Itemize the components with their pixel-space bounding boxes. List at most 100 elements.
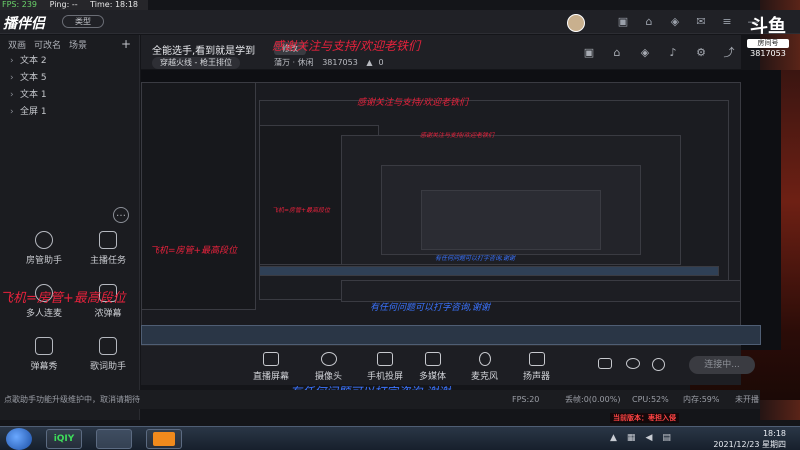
scene-item[interactable]: › 文本 5	[0, 70, 139, 87]
bell-icon[interactable]: ♪	[666, 46, 680, 60]
eye-icon[interactable]: ›	[10, 104, 18, 121]
ping-readout: Ping: --	[49, 0, 78, 9]
stream-actions: ▣ ⌂ ◈ ♪ ⚙ ⤴	[582, 46, 736, 60]
tool-room-manager[interactable]: 房管助手	[12, 231, 76, 266]
phone-cast-button[interactable]: 手机投屏	[367, 352, 403, 382]
avatar[interactable]	[567, 14, 585, 32]
input-icon[interactable]: ▤	[662, 433, 671, 443]
tool-label: 主播任务	[89, 256, 126, 266]
add-scene-button[interactable]: +	[121, 37, 131, 51]
eye-icon[interactable]: ›	[10, 53, 18, 70]
status-fps: FPS:20	[512, 395, 540, 404]
scene-item[interactable]: › 全屏 1	[0, 104, 139, 121]
taskbar-app-window[interactable]	[96, 429, 132, 449]
status-notice: 点歌助手功能升级维护中，取消请期待	[4, 395, 140, 404]
settings-icon[interactable]: ⚙	[694, 46, 708, 60]
tool-label: 歌词助手	[89, 362, 126, 372]
taskbar-app-iqiyi[interactable]: iQIY	[46, 429, 82, 449]
speaker-button[interactable]: 扬声器	[523, 352, 550, 382]
microphone-icon	[478, 352, 491, 366]
status-cpu: CPU:52%	[632, 395, 669, 404]
tool-anchor-task[interactable]: 主播任务	[76, 231, 140, 266]
tab-rename[interactable]: 可改名	[34, 38, 61, 51]
toolbar-label: 多媒体	[419, 372, 447, 382]
toolbar-label: 摄像头	[315, 372, 343, 382]
gift-box-icon[interactable]: ▣	[582, 46, 596, 60]
system-clock[interactable]: 18:18 2021/12/23 星期四	[713, 428, 786, 450]
more-icon[interactable]: …	[113, 207, 129, 223]
tray-arrow-icon[interactable]: ▲	[610, 433, 617, 443]
screen-source-button[interactable]: 直播屏幕	[253, 352, 289, 382]
camera-source-button[interactable]: 摄像头	[315, 352, 342, 382]
volume-icon[interactable]: ◀	[645, 433, 652, 443]
screen-icon	[263, 352, 279, 366]
mail-icon[interactable]: ✉	[694, 15, 708, 29]
rules-banner-echo: 飞机=房管+最高段位	[272, 207, 331, 214]
welcome-banner: 感谢关注与支持/欢迎老铁们	[272, 39, 421, 53]
toolbar-label: 直播屏幕	[253, 372, 290, 382]
room-label: 房间号	[747, 39, 789, 48]
nested-toolbar	[341, 280, 741, 302]
gear-icon	[652, 358, 665, 371]
tool-danmu-show[interactable]: 弹幕秀	[12, 337, 76, 372]
viewer-count: 0	[378, 58, 384, 67]
speaker-icon	[528, 352, 545, 366]
room-number: 3817053	[750, 49, 786, 58]
toolbar-label: 扬声器	[523, 372, 551, 382]
go-live-button[interactable]: 连接中...	[689, 356, 755, 374]
status-bar: 点歌助手功能升级维护中，取消请期待 FPS:20 丢帧:0(0.00%) CPU…	[0, 390, 760, 409]
scene-item[interactable]: › 文本 2	[0, 53, 139, 70]
taskbar-app-streamer[interactable]	[146, 429, 182, 449]
shirt-icon[interactable]: ⌂	[610, 46, 624, 60]
tab-scene[interactable]: 场景	[69, 38, 87, 51]
scene-label: 文本 1	[20, 90, 47, 100]
record-icon	[598, 358, 612, 369]
gift-icon[interactable]: ▣	[616, 15, 630, 29]
menu-icon[interactable]: ≡	[720, 15, 734, 29]
header-icons: ▣ ⌂ ◈ ✉ ≡ —	[616, 15, 760, 29]
media-source-button[interactable]: 多媒体	[419, 352, 446, 382]
tool-label: 弹幕秀	[30, 362, 58, 372]
rules-banner: 飞机=房管+最高段位	[0, 291, 126, 306]
tab-dual[interactable]: 双画	[8, 38, 26, 51]
share-icon[interactable]: ⤴	[722, 46, 736, 60]
microphone-button[interactable]: 麦克风	[471, 352, 498, 382]
network-icon[interactable]: ▦	[627, 433, 636, 443]
scene-tabs: 双画 可改名 场景 +	[0, 35, 139, 53]
mode-button[interactable]: 类型	[62, 15, 104, 28]
toolbar-label: 麦克风	[471, 372, 499, 382]
eye-icon[interactable]: ›	[10, 70, 18, 87]
rules-banner-echo: 飞机=房管+最高段位	[150, 246, 238, 256]
play-icon	[424, 352, 441, 366]
help-banner-echo: 有任何问题可以打字咨询,谢谢	[435, 255, 515, 262]
toolbar-label: 手机投屏	[367, 372, 404, 382]
streamer-icon	[153, 432, 175, 446]
fps-overlay: FPS: 239 Ping: -- Time: 18:18	[0, 0, 149, 10]
version-label: 当前版本：枣担入侵	[610, 413, 679, 423]
source-toolbar: 直播屏幕 摄像头 手机投屏 多媒体 麦克风 扬声器 连接中...	[141, 345, 755, 385]
preview-toggle[interactable]	[626, 358, 640, 372]
settings-button[interactable]	[652, 358, 665, 374]
start-button[interactable]	[6, 428, 32, 450]
windows-taskbar: iQIY ▲ ▦ ◀ ▤ 18:18 2021/12/23 星期四	[0, 426, 800, 450]
scene-item[interactable]: › 文本 1	[0, 87, 139, 104]
nested-taskbar	[141, 325, 761, 345]
nested-frame	[421, 190, 601, 250]
tool-label: 房管助手	[25, 256, 62, 266]
tshirt-icon[interactable]: ⌂	[642, 15, 656, 29]
task-icon	[99, 231, 117, 249]
user-icon	[35, 231, 53, 249]
scene-sidebar: 双画 可改名 场景 + › 文本 2 › 文本 5 › 文本 1 › 全屏 1 … 房管…	[0, 35, 140, 420]
record-button[interactable]	[598, 358, 612, 372]
tool-lyrics[interactable]: 歌词助手	[76, 337, 140, 372]
eye-icon[interactable]: ›	[10, 87, 18, 104]
channel-label: 蒲万 · 休闲	[274, 58, 314, 67]
badge-icon[interactable]: ◈	[638, 46, 652, 60]
welcome-banner-echo: 感谢关注与支持/欢迎老铁们	[420, 132, 495, 139]
shield-icon[interactable]: ◈	[668, 15, 682, 29]
tool-label: 多人连麦	[25, 309, 62, 319]
douyu-logo: 斗鱼	[750, 16, 786, 37]
status-live-state: 未开播	[735, 395, 759, 404]
category-chip[interactable]: 穿越火线 - 枪王排位	[152, 57, 240, 69]
tool-grid: 房管助手 主播任务 多人连麦 浓弹幕 弹幕秀 歌词助手	[12, 231, 140, 412]
